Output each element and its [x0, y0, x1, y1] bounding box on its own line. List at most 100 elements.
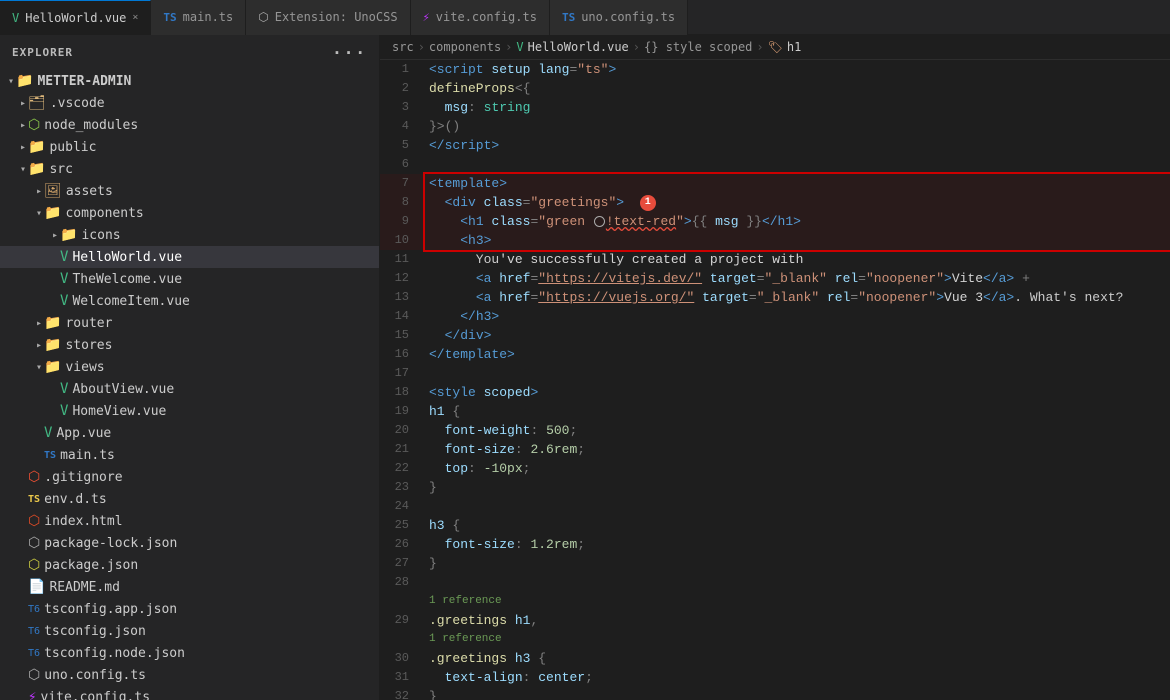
code-line: 29 .greetings h1, — [380, 611, 1170, 630]
tsconfig-icon: T6 — [28, 648, 40, 659]
vue-icon: V — [60, 249, 68, 265]
item-label: assets — [66, 184, 113, 199]
sidebar-item-stores[interactable]: ▸ 📁 stores — [0, 334, 379, 356]
sidebar-item-views[interactable]: ▾ 📁 views — [0, 356, 379, 378]
tab-main[interactable]: TS main.ts — [151, 0, 246, 35]
chevron-right-icon: ▸ — [20, 98, 26, 109]
code-line: 28 — [380, 573, 1170, 592]
breadcrumb-sep: › — [633, 40, 640, 54]
sidebar-item-components[interactable]: ▾ 📁 components — [0, 202, 379, 224]
sidebar-item-node-modules[interactable]: ▸ ⬡ node_modules — [0, 114, 379, 136]
code-line: 25 h3 { — [380, 516, 1170, 535]
sidebar-item-helloworld[interactable]: ▸ V HelloWorld.vue — [0, 246, 379, 268]
sidebar-item-aboutview[interactable]: ▸ V AboutView.vue — [0, 378, 379, 400]
tab-helloworld[interactable]: V HelloWorld.vue × — [0, 0, 151, 35]
code-line: 14 </h3> — [380, 307, 1170, 326]
code-line: 21 font-size: 2.6rem; — [380, 440, 1170, 459]
item-label: tsconfig.json — [44, 624, 146, 639]
sidebar-item-homeview[interactable]: ▸ V HomeView.vue — [0, 400, 379, 422]
breadcrumb-tag-icon: 🏷 — [768, 40, 783, 54]
item-label: router — [65, 316, 112, 331]
code-line: 4 }>() — [380, 117, 1170, 136]
vue-icon: V — [60, 381, 68, 397]
vite-icon: ⚡ — [28, 689, 36, 700]
chevron-right-icon: ▸ — [20, 142, 26, 153]
src-folder-icon: 📁 — [28, 161, 45, 177]
sidebar-item-readme[interactable]: ▸ 📄 README.md — [0, 576, 379, 598]
editor-area: src › components › V HelloWorld.vue › {}… — [380, 35, 1170, 700]
item-label: stores — [65, 338, 112, 353]
code-line: 2 defineProps<{ — [380, 79, 1170, 98]
uno-icon: TS — [562, 11, 575, 24]
close-icon[interactable]: × — [132, 12, 138, 23]
sidebar-item-unoconfig[interactable]: ▸ ⬡ uno.config.ts — [0, 664, 379, 686]
code-line: 18 <style scoped> — [380, 383, 1170, 402]
code-line: 17 — [380, 364, 1170, 383]
breadcrumb: src › components › V HelloWorld.vue › {}… — [380, 35, 1170, 60]
item-label: App.vue — [56, 426, 111, 441]
sidebar-item-packagelock[interactable]: ▸ ⬡ package-lock.json — [0, 532, 379, 554]
sidebar-item-router[interactable]: ▸ 📁 router — [0, 312, 379, 334]
chevron-down-icon: ▾ — [36, 362, 42, 373]
folder-icon: 📁 — [16, 73, 33, 89]
ts-icon: TS — [163, 11, 176, 24]
folder-icon: 📁 — [44, 359, 61, 375]
tree-root[interactable]: ▾ 📁 METTER-ADMIN — [0, 70, 379, 92]
sidebar-item-maints[interactable]: ▸ TS main.ts — [0, 444, 379, 466]
sidebar-item-envdts[interactable]: ▸ TS env.d.ts — [0, 488, 379, 510]
code-line: 26 font-size: 1.2rem; — [380, 535, 1170, 554]
sidebar-item-src[interactable]: ▾ 📁 src — [0, 158, 379, 180]
sidebar-item-public[interactable]: ▸ 📁 public — [0, 136, 379, 158]
item-label: README.md — [49, 580, 119, 595]
code-line: 1 <script setup lang="ts"> — [380, 60, 1170, 79]
item-label: src — [49, 162, 72, 177]
code-editor[interactable]: 1 <script setup lang="ts"> 2 defineProps… — [380, 60, 1170, 700]
sidebar-item-tsconfignode[interactable]: ▸ T6 tsconfig.node.json — [0, 642, 379, 664]
chevron-down-icon: ▾ — [20, 164, 26, 175]
folder-icon: 📁 — [44, 205, 61, 221]
code-line: 15 </div> — [380, 326, 1170, 345]
code-line: 11 You've successfully created a project… — [380, 250, 1170, 269]
tsconfig-icon: T6 — [28, 626, 40, 637]
code-line-highlighted: 8 <div class="greetings"> 1 — [380, 193, 1170, 212]
sidebar-item-welcomeitem[interactable]: ▸ V WelcomeItem.vue — [0, 290, 379, 312]
chevron-right-icon: ▸ — [52, 230, 58, 241]
assets-icon: 🖼 — [44, 183, 62, 199]
code-line-highlighted: 10 <h3> — [380, 231, 1170, 250]
tab-unoconfig[interactable]: TS uno.config.ts — [550, 0, 688, 35]
sidebar-item-tsconfigapp[interactable]: ▸ T6 tsconfig.app.json — [0, 598, 379, 620]
folder-icon: 📁 — [28, 139, 45, 155]
code-line: 27 } — [380, 554, 1170, 573]
sidebar-item-indexhtml[interactable]: ▸ ⬡ index.html — [0, 510, 379, 532]
breadcrumb-components: components — [429, 40, 501, 54]
item-label: main.ts — [60, 448, 115, 463]
json-lock-icon: ⬡ — [28, 535, 40, 551]
vite-icon: ⚡ — [423, 10, 430, 24]
tab-bar: V HelloWorld.vue × TS main.ts ⬡ Extensio… — [0, 0, 1170, 35]
code-line: 24 — [380, 497, 1170, 516]
code-line-highlighted: 7 <template> — [380, 174, 1170, 193]
sidebar-item-vscode[interactable]: ▸ 🗂 .vscode — [0, 92, 379, 114]
chevron-right-icon: ▸ — [36, 318, 42, 329]
code-line: 12 <a href="https://vitejs.dev/" target=… — [380, 269, 1170, 288]
git-icon: ⬡ — [28, 469, 40, 485]
tab-extension[interactable]: ⬡ Extension: UnoCSS — [246, 0, 410, 35]
sidebar-item-viteconfig[interactable]: ▸ ⚡ vite.config.ts — [0, 686, 379, 700]
sidebar-item-thewelcome[interactable]: ▸ V TheWelcome.vue — [0, 268, 379, 290]
breadcrumb-helloworld: HelloWorld.vue — [528, 40, 629, 54]
tab-viteconfig[interactable]: ⚡ vite.config.ts — [411, 0, 550, 35]
code-line: 3 msg: string — [380, 98, 1170, 117]
item-label: icons — [81, 228, 120, 243]
sidebar-item-tsconfig[interactable]: ▸ T6 tsconfig.json — [0, 620, 379, 642]
sidebar-item-icons[interactable]: ▸ 📁 icons — [0, 224, 379, 246]
sidebar-item-assets[interactable]: ▸ 🖼 assets — [0, 180, 379, 202]
node-icon: ⬡ — [28, 117, 40, 133]
sidebar-item-packagejson[interactable]: ▸ ⬡ package.json — [0, 554, 379, 576]
more-options-icon[interactable]: ··· — [332, 43, 367, 62]
tab-label: HelloWorld.vue — [25, 11, 126, 25]
ts-icon: TS — [44, 450, 56, 461]
sidebar-item-gitignore[interactable]: ▸ ⬡ .gitignore — [0, 466, 379, 488]
sidebar-item-appvue[interactable]: ▸ V App.vue — [0, 422, 379, 444]
vue-icon: V — [60, 403, 68, 419]
code-line-highlighted: 9 <h1 class="green !text-red">{{ msg }}<… — [380, 212, 1170, 231]
